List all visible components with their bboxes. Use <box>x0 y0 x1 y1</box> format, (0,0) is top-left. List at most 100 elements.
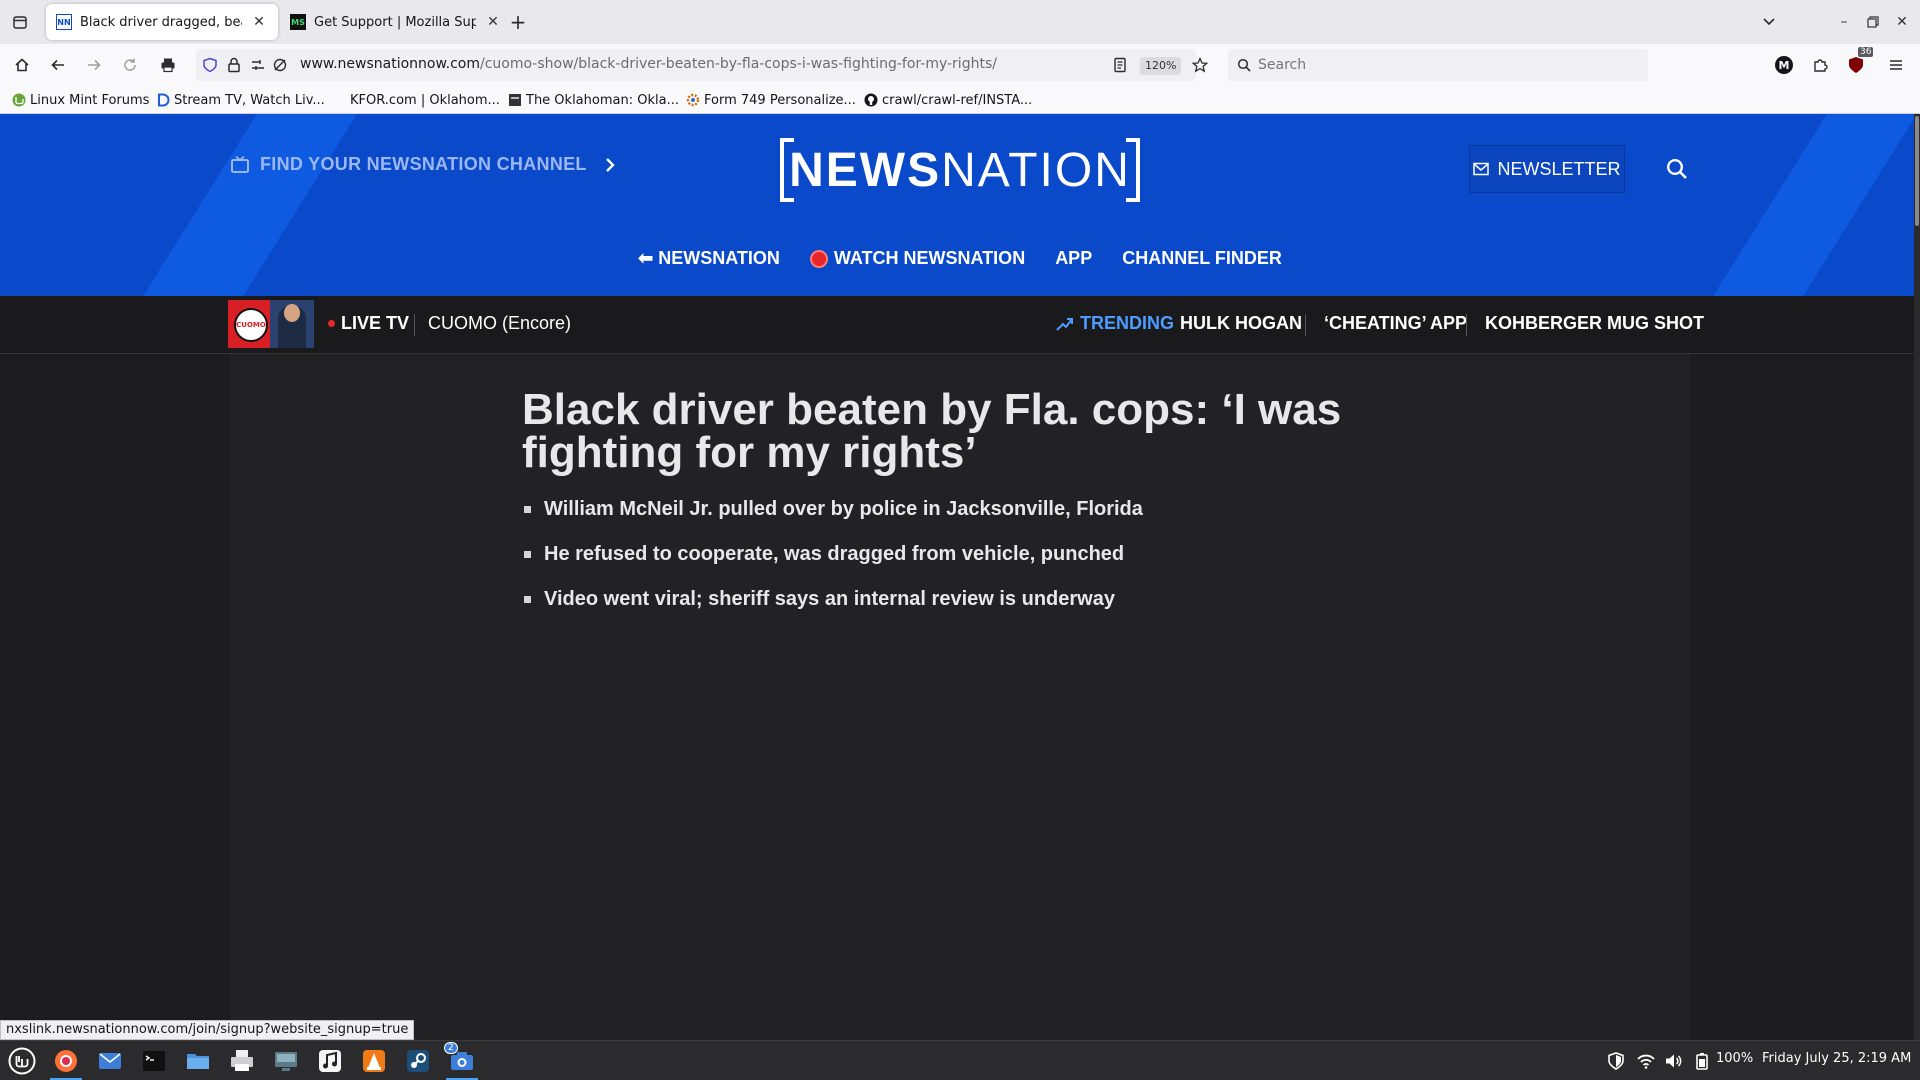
search-bar[interactable] <box>1228 49 1648 81</box>
bookmark-stream-tv[interactable]: Stream TV, Watch Liv... <box>156 91 325 109</box>
article: Black driver beaten by Fla. cops: ‘I was… <box>230 354 1690 1040</box>
close-window-button[interactable]: ✕ <box>1888 8 1916 36</box>
vlc-cone-icon <box>363 1050 385 1072</box>
url-path: /cuomo-show/black-driver-beaten-by-fla-c… <box>479 56 997 72</box>
home-button[interactable] <box>8 51 36 79</box>
tab-overflow-button[interactable] <box>1756 8 1782 34</box>
tray-shield[interactable] <box>1600 1045 1632 1077</box>
taskbar-firefox[interactable] <box>50 1045 82 1080</box>
forward-button[interactable] <box>80 51 108 79</box>
zoom-reset-button[interactable]: 120% <box>1140 57 1182 75</box>
summary-text: William McNeil Jr. pulled over by police… <box>544 498 1143 520</box>
taskbar-mail[interactable] <box>94 1045 126 1077</box>
taskbar-terminal[interactable] <box>138 1045 170 1077</box>
bookmark-label: crawl/crawl-ref/INSTA... <box>882 92 1033 108</box>
start-menu-button[interactable] <box>6 1045 38 1077</box>
home-icon <box>15 58 29 72</box>
plus-icon: + <box>509 10 527 34</box>
ublock-shield-icon <box>1849 57 1863 73</box>
maximize-button[interactable] <box>1859 8 1887 36</box>
permissions-icon[interactable] <box>250 57 266 73</box>
trending-hulk-hogan[interactable]: HULK HOGAN <box>1180 313 1302 334</box>
firefox-icon <box>55 1050 77 1072</box>
newsletter-button[interactable]: NEWSLETTER <box>1469 145 1625 193</box>
taskbar-steam[interactable] <box>402 1045 434 1077</box>
trending-arrow-icon <box>1056 317 1073 331</box>
tracking-shield-icon[interactable] <box>202 57 218 73</box>
page-scrollbar[interactable] <box>1914 114 1920 1040</box>
minimize-button[interactable]: – <box>1830 8 1858 36</box>
list-all-tabs-button[interactable] <box>6 10 34 34</box>
nav-newsnation[interactable]: ⬅ NEWSNATION <box>638 248 780 269</box>
mint-icon <box>12 93 26 107</box>
reload-button[interactable] <box>116 51 144 79</box>
summary-bullet: William McNeil Jr. pulled over by police… <box>524 498 1424 520</box>
new-tab-button[interactable]: + <box>504 8 532 36</box>
trending-cheating-app[interactable]: ‘CHEATING’ APP <box>1324 313 1467 334</box>
taskbar-screenshot-tool[interactable]: 2 <box>444 1042 478 1080</box>
tray-battery[interactable] <box>1686 1045 1718 1077</box>
arrow-right-icon <box>88 59 101 71</box>
article-summary-list: William McNeil Jr. pulled over by police… <box>524 498 1424 633</box>
logo-bracket-right <box>1126 138 1140 202</box>
tab-close-icon[interactable]: ✕ <box>250 13 268 31</box>
nav-channel-finder[interactable]: CHANNEL FINDER <box>1122 248 1282 269</box>
current-show-link[interactable]: CUOMO (Encore) <box>428 313 571 334</box>
site-header: FIND YOUR NEWSNATION CHANNEL NEWS NATION … <box>0 114 1920 296</box>
printer-icon <box>231 1050 253 1071</box>
oklahoman-icon <box>509 94 521 106</box>
newsletter-label: NEWSLETTER <box>1497 158 1621 179</box>
app-menu-button[interactable] <box>1882 51 1910 79</box>
nav-watch-newsnation[interactable]: WATCH NEWSNATION <box>809 248 1025 269</box>
lock-icon[interactable] <box>226 57 242 73</box>
web-page: FIND YOUR NEWSNATION CHANNEL NEWS NATION … <box>0 114 1920 1040</box>
chevron-down-icon <box>1763 18 1775 26</box>
url-host: www.newsnationnow.com <box>300 56 480 72</box>
chevron-right-icon <box>605 157 615 172</box>
divider <box>1466 314 1467 336</box>
bookmark-crawl-github[interactable]: crawl/crawl-ref/INSTA... <box>864 91 1032 109</box>
extensions-button[interactable] <box>1806 51 1834 79</box>
taskbar-display-app[interactable] <box>270 1045 302 1077</box>
tracking-blocked-icon[interactable] <box>272 57 288 73</box>
cuomo-show-thumbnail[interactable]: CUOMO <box>228 300 314 348</box>
bookmark-star-icon[interactable] <box>1192 57 1208 73</box>
taskbar-files[interactable] <box>182 1045 214 1077</box>
nav-app[interactable]: APP <box>1055 248 1092 269</box>
trending-kohberger-mug-shot[interactable]: KOHBERGER MUG SHOT <box>1485 313 1704 334</box>
newsnation-logo[interactable]: NEWS NATION <box>780 138 1140 202</box>
url-text[interactable]: www.newsnationnow.com/cuomo-show/black-d… <box>300 56 997 72</box>
site-search-button[interactable] <box>1666 158 1692 184</box>
tab-newsnation[interactable]: NN Black driver dragged, beaten ✕ <box>46 4 278 40</box>
tab-mozilla-support[interactable]: MS Get Support | Mozilla Support ✕ <box>280 4 512 40</box>
live-indicator-icon <box>328 320 335 327</box>
clock[interactable]: Friday July 25, 2:19 AM <box>1762 1051 1911 1066</box>
search-input[interactable] <box>1258 55 1638 75</box>
speaker-icon <box>1666 1054 1682 1068</box>
restore-icon <box>1867 16 1879 28</box>
live-tv-link[interactable]: LIVE TV <box>328 313 409 334</box>
bookmark-form-749[interactable]: Form 749 Personalize... <box>686 91 856 109</box>
search-icon <box>1666 158 1687 179</box>
mozilla-support-favicon-icon: MS <box>290 14 306 30</box>
scrollbar-thumb[interactable] <box>1915 116 1919 226</box>
url-bar[interactable]: www.newsnationnow.com/cuomo-show/black-d… <box>196 49 1208 81</box>
printer-icon <box>161 58 175 73</box>
account-button[interactable]: M <box>1770 51 1798 79</box>
back-button[interactable] <box>44 51 72 79</box>
bookmark-the-oklahoman[interactable]: The Oklahoman: Okla... <box>508 91 679 109</box>
steam-icon <box>407 1050 429 1072</box>
bookmark-linux-mint-forums[interactable]: Linux Mint Forums <box>12 91 149 109</box>
taskbar-printer[interactable] <box>226 1045 258 1077</box>
taskbar-music[interactable] <box>314 1045 346 1077</box>
music-note-icon <box>319 1050 341 1072</box>
bookmark-kfor[interactable]: KFOR.com | Oklahom... <box>350 91 500 109</box>
print-button[interactable] <box>154 51 182 79</box>
taskbar-vlc[interactable] <box>358 1045 390 1077</box>
find-channel-link[interactable]: FIND YOUR NEWSNATION CHANNEL <box>230 154 617 175</box>
tab-title: Get Support | Mozilla Support <box>314 14 476 30</box>
ublock-extension-button[interactable]: 36 <box>1842 47 1874 79</box>
reader-view-icon[interactable] <box>1112 57 1128 73</box>
tab-close-icon[interactable]: ✕ <box>484 13 502 31</box>
live-tv-label: LIVE TV <box>341 313 410 333</box>
